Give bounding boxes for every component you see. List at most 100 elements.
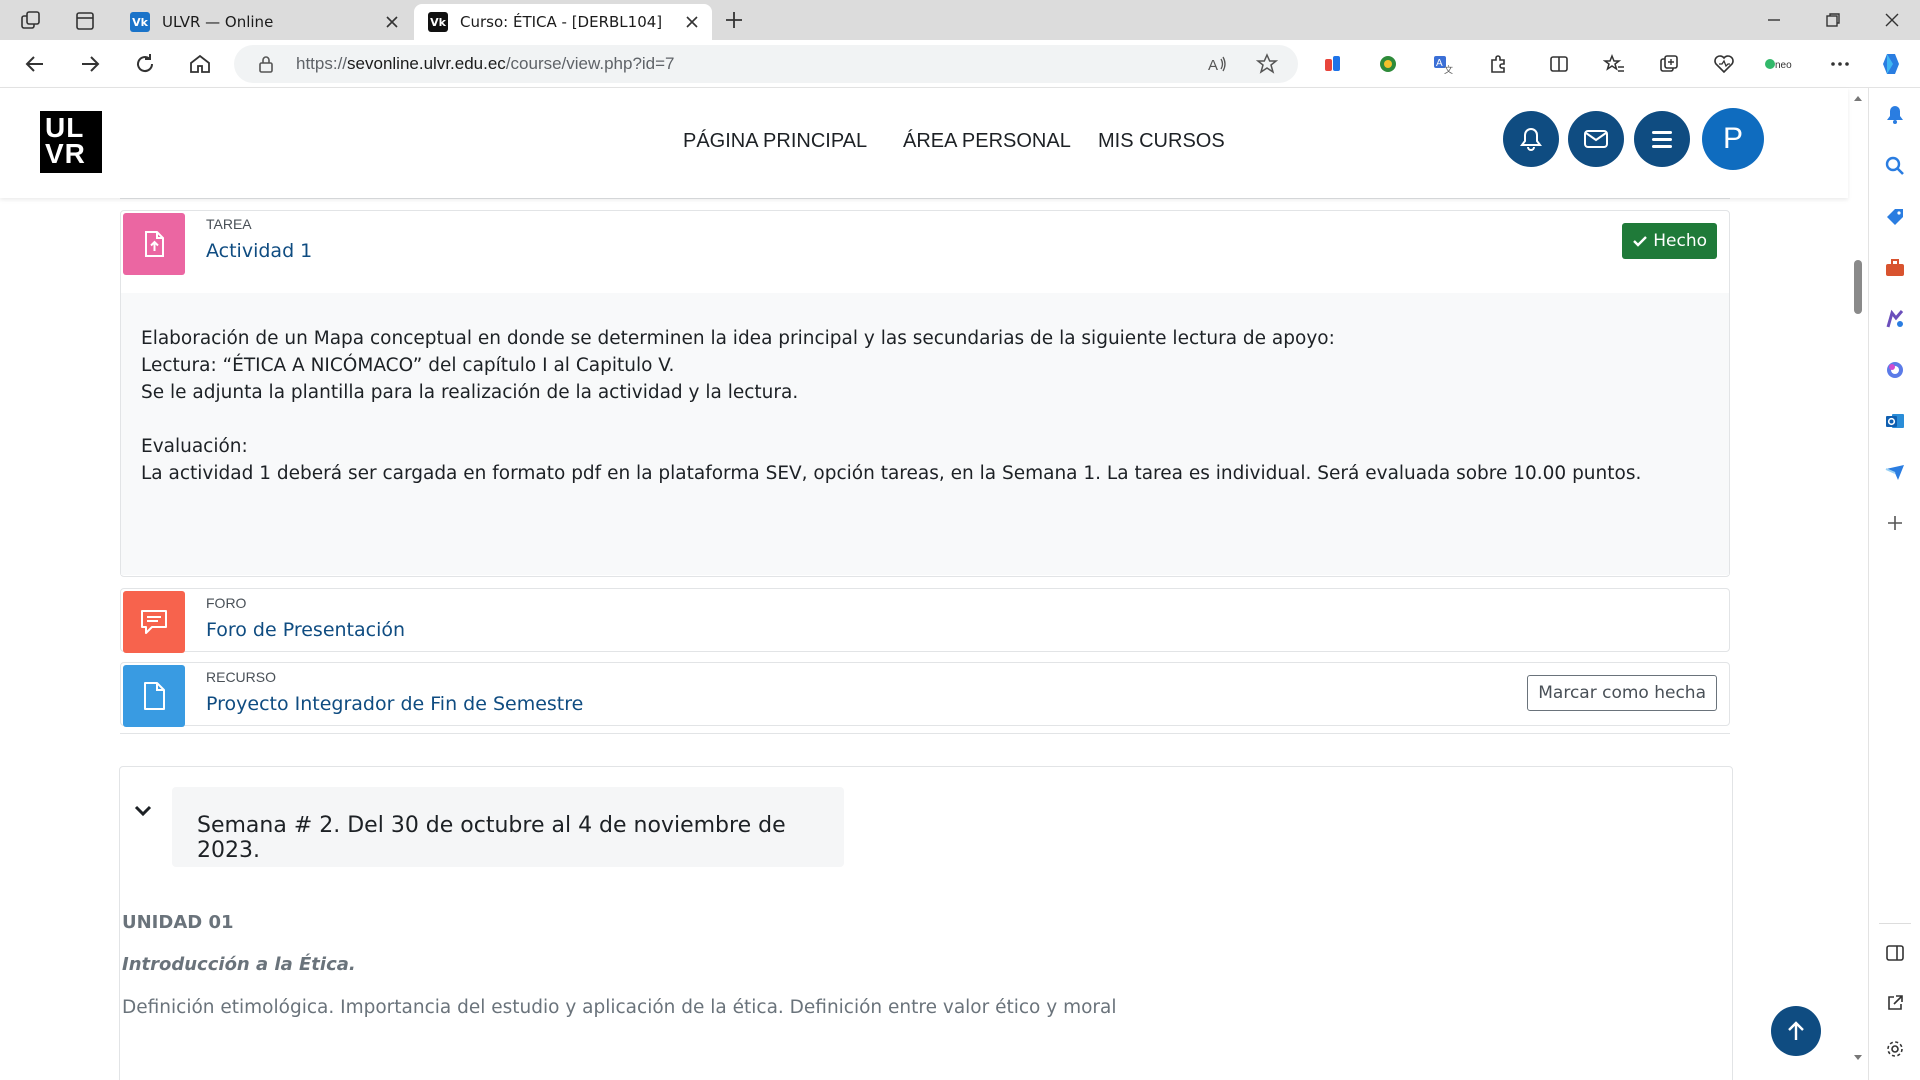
workspaces-icon[interactable]	[20, 10, 42, 32]
tab-title: ULVR — Online	[162, 13, 274, 31]
ulvr-logo[interactable]: UL VR	[40, 111, 102, 173]
lock-icon[interactable]	[256, 54, 276, 74]
unit-subtitle: Introducción a la Ética.	[122, 954, 356, 975]
unit-heading: UNIDAD 01	[122, 912, 234, 933]
activity-recurso: RECURSO Proyecto Integrador de Fin de Se…	[120, 662, 1730, 727]
activity-type-label: FORO	[206, 595, 247, 611]
restore-icon[interactable]	[1823, 10, 1843, 30]
unit-description: Definición etimológica. Importancia del …	[122, 997, 1117, 1018]
copilot-icon[interactable]	[1878, 50, 1906, 78]
home-icon[interactable]	[186, 50, 214, 78]
url-domain: sevonline.ulvr.edu.ec	[347, 54, 506, 73]
nav-mis-cursos[interactable]: MIS CURSOS	[1098, 130, 1225, 153]
translate-icon[interactable]: A文	[1429, 50, 1457, 78]
extension-colorful-icon[interactable]	[1319, 50, 1347, 78]
activity-foro: FORO Foro de Presentación	[120, 588, 1730, 653]
check-icon	[1633, 236, 1648, 247]
close-tab-icon[interactable]	[682, 12, 702, 32]
svg-text:文: 文	[1444, 64, 1453, 75]
tab-etica-course[interactable]: Vk Curso: ÉTICA - [DERBL104]	[414, 4, 712, 40]
week-title[interactable]: Semana # 2. Del 30 de octubre al 4 de no…	[172, 787, 844, 867]
messages-button[interactable]	[1568, 111, 1624, 167]
favorites-icon[interactable]	[1600, 50, 1628, 78]
scrollbar-thumb[interactable]	[1854, 260, 1862, 314]
url-prefix: https://	[296, 54, 348, 73]
sidebar-send-icon[interactable]	[1882, 459, 1908, 485]
bell-icon	[1520, 127, 1542, 151]
week-2-section: Semana # 2. Del 30 de octubre al 4 de no…	[119, 766, 1733, 1080]
description-line: La actividad 1 deberá ser cargada en for…	[141, 463, 1642, 484]
extension-globe-icon[interactable]	[1374, 50, 1402, 78]
done-badge-label: Hecho	[1653, 231, 1707, 251]
close-tab-icon[interactable]	[382, 12, 402, 32]
description-line: Lectura: “ÉTICA A NICÓMACO” del capítulo…	[141, 355, 675, 376]
activity-description: Elaboración de un Mapa conceptual en don…	[121, 293, 1729, 575]
sidebar-shopping-icon[interactable]	[1882, 204, 1908, 230]
envelope-icon	[1584, 130, 1608, 148]
ulvr-favicon-icon: Vk	[428, 12, 448, 32]
divider	[1879, 923, 1911, 924]
activity-link-actividad-1[interactable]: Actividad 1	[206, 240, 312, 262]
sidebar-add-icon[interactable]	[1882, 510, 1908, 536]
sidebar-outlook-icon[interactable]	[1882, 408, 1908, 434]
collapse-chevron-icon[interactable]	[133, 804, 153, 818]
back-to-top-button[interactable]	[1771, 1006, 1821, 1056]
activity-link-foro-presentacion[interactable]: Foro de Presentación	[206, 619, 405, 641]
description-line	[141, 406, 1709, 433]
done-badge: Hecho	[1622, 223, 1717, 259]
user-avatar[interactable]: P	[1702, 108, 1764, 170]
description-line: Elaboración de un Mapa conceptual en don…	[141, 328, 1335, 349]
svg-text:neo: neo	[1775, 60, 1792, 71]
activity-type-label: TAREA	[206, 216, 252, 232]
sidebar-m365-icon[interactable]	[1882, 357, 1908, 383]
sidebar-games-icon[interactable]	[1882, 306, 1908, 332]
tab-ulvr-online[interactable]: Vk ULVR — Online	[116, 4, 412, 40]
sidebar-panel-icon[interactable]	[1882, 940, 1908, 966]
forward-icon[interactable]	[76, 50, 104, 78]
close-window-icon[interactable]	[1882, 10, 1902, 30]
new-tab-icon[interactable]	[723, 9, 745, 31]
forum-icon	[123, 591, 185, 653]
sidebar-search-icon[interactable]	[1882, 153, 1908, 179]
tab-actions-icon[interactable]	[74, 10, 96, 32]
url-text: https://sevonline.ulvr.edu.ec/course/vie…	[296, 54, 675, 74]
edge-sidebar	[1868, 88, 1920, 1080]
divider	[120, 198, 1730, 199]
activity-type-label: RECURSO	[206, 669, 277, 685]
svg-text:A: A	[1436, 58, 1443, 69]
back-icon[interactable]	[21, 50, 49, 78]
sidebar-bell-icon[interactable]	[1882, 102, 1908, 128]
read-aloud-icon[interactable]: A	[1206, 53, 1228, 75]
refresh-icon[interactable]	[131, 50, 159, 78]
nav-area-personal[interactable]: ÁREA PERSONAL	[903, 130, 1071, 153]
page-scrollbar[interactable]	[1848, 88, 1868, 1080]
scroll-up-arrow-icon[interactable]	[1853, 94, 1863, 102]
site-navbar: UL VR PÁGINA PRINCIPAL ÁREA PERSONAL MIS…	[0, 88, 1848, 198]
menu-button[interactable]	[1634, 111, 1690, 167]
minimize-icon[interactable]	[1764, 10, 1784, 30]
notifications-button[interactable]	[1503, 111, 1559, 167]
activity-link-proyecto-integrador[interactable]: Proyecto Integrador de Fin de Semestre	[206, 693, 583, 715]
description-line: Evaluación:	[141, 436, 248, 457]
activity-tarea: TAREA Actividad 1 Hecho Elaboración de u…	[120, 210, 1730, 577]
scroll-down-arrow-icon[interactable]	[1853, 1054, 1863, 1062]
split-screen-icon[interactable]	[1545, 50, 1573, 78]
address-bar[interactable]: https://sevonline.ulvr.edu.ec/course/vie…	[234, 45, 1298, 83]
assignment-icon	[123, 213, 185, 275]
nav-pagina-principal[interactable]: PÁGINA PRINCIPAL	[683, 130, 867, 153]
browser-toolbar: https://sevonline.ulvr.edu.ec/course/vie…	[0, 40, 1920, 88]
tab-title: Curso: ÉTICA - [DERBL104]	[460, 13, 663, 31]
sidebar-open-external-icon[interactable]	[1882, 990, 1908, 1016]
extensions-puzzle-icon[interactable]	[1484, 50, 1512, 78]
browser-essentials-icon[interactable]	[1710, 50, 1738, 78]
sidebar-tools-icon[interactable]	[1882, 255, 1908, 281]
collections-icon[interactable]	[1655, 50, 1683, 78]
sidebar-settings-icon[interactable]	[1882, 1036, 1908, 1062]
mark-as-done-button[interactable]: Marcar como hecha	[1527, 675, 1717, 711]
favorite-star-icon[interactable]	[1256, 53, 1278, 75]
more-menu-icon[interactable]	[1826, 50, 1854, 78]
file-icon	[123, 665, 185, 727]
browser-tab-strip: Vk ULVR — Online Vk Curso: ÉTICA - [DERB…	[0, 0, 1920, 40]
neo-extension-icon[interactable]: neo	[1762, 50, 1802, 78]
arrow-up-icon	[1788, 1021, 1804, 1040]
